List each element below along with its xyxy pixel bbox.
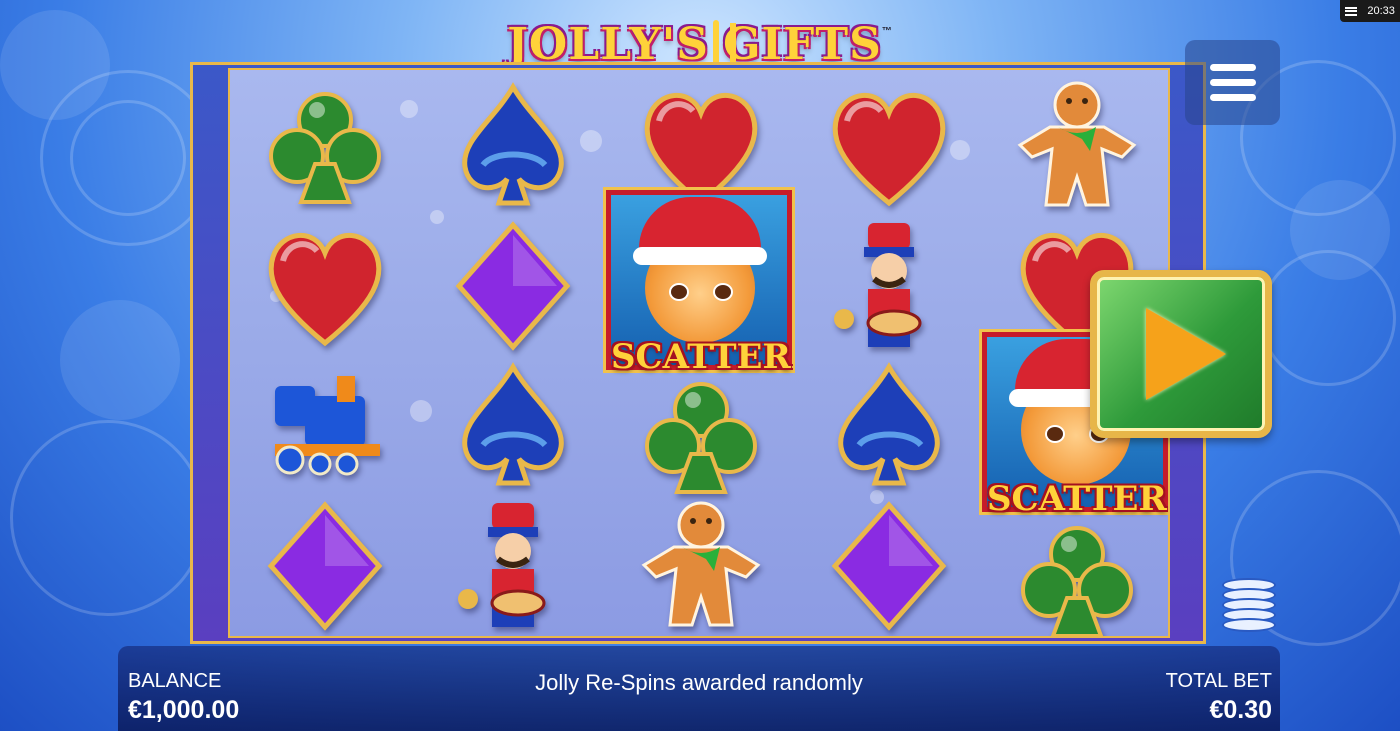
reel-symbol-gingerbread [626, 496, 776, 636]
snowflake-decoration [10, 420, 206, 616]
info-message: Jolly Re-Spins awarded randomly [535, 670, 863, 695]
reel-symbol-heart [250, 216, 400, 356]
logo-trademark: ™ [881, 26, 893, 37]
reel-symbol-spade [438, 356, 588, 496]
total-bet-label: TOTAL BET [1165, 670, 1272, 692]
santa-hat-icon [633, 197, 767, 265]
play-icon [1146, 308, 1226, 400]
reel-symbol-club [1002, 510, 1152, 636]
reel-symbol-diamond [438, 216, 588, 356]
bokeh-decoration [60, 300, 180, 420]
reel-symbol-diamond [814, 496, 964, 636]
reel-symbol-diamond [250, 496, 400, 636]
clock: 20:33 [1367, 5, 1395, 17]
reel-symbol-gingerbread [1002, 76, 1152, 216]
reel-symbol-club [626, 366, 776, 506]
list-icon [1345, 6, 1358, 16]
coin-stack-icon[interactable] [1222, 578, 1278, 636]
device-status-bar: 20:33 [1340, 0, 1400, 22]
balance-value: €1,000.00 [128, 696, 240, 724]
reel-symbol-club [250, 76, 400, 216]
reel-symbol-spade [814, 356, 964, 496]
spin-button[interactable] [1090, 270, 1272, 438]
reel-symbol-nutcracker [814, 216, 964, 356]
reel-symbol-scatter: SCATTER [603, 187, 795, 377]
total-bet-value[interactable]: €0.30 [1209, 696, 1272, 725]
hamburger-menu-icon[interactable] [1185, 40, 1280, 125]
snowflake-decoration [70, 100, 186, 216]
gift-box-icon [712, 20, 736, 68]
reel-symbol-nutcracker [438, 496, 588, 636]
reels-area: SCATTER SCATTER [228, 68, 1170, 638]
reel-symbol-heart [814, 76, 964, 216]
reel-symbol-spade [438, 76, 588, 216]
reel-symbol-toy-train [250, 356, 400, 496]
bokeh-decoration [1290, 180, 1390, 280]
bokeh-decoration [0, 10, 110, 120]
bottom-info-bar: BALANCE €1,000.00 Jolly Re-Spins awarded… [118, 646, 1280, 731]
